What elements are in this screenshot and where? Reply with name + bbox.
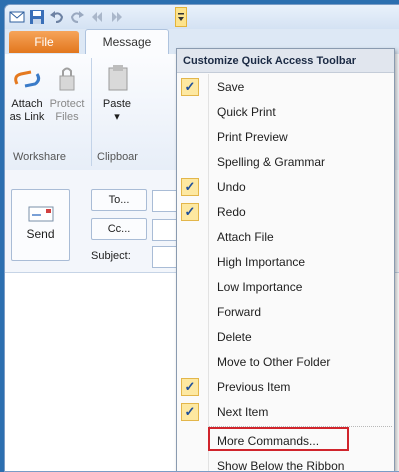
outlook-message-window: File Message Attach as Link Protect File… (4, 4, 399, 472)
menu-item-redo[interactable]: ✓ Redo (177, 200, 394, 224)
menu-item-label: Attach File (217, 230, 274, 244)
checkmark-icon: ✓ (181, 203, 199, 221)
cc-button[interactable]: Cc... (91, 218, 147, 240)
previous-item-icon[interactable] (89, 9, 105, 25)
menu-item-label: Delete (217, 330, 252, 344)
menu-item-attach-file[interactable]: Attach File (177, 225, 394, 249)
menu-item-label: Low Importance (217, 280, 303, 294)
menu-item-undo[interactable]: ✓ Undo (177, 175, 394, 199)
menu-item-next-item[interactable]: ✓ Next Item (177, 400, 394, 424)
menu-item-label: Quick Print (217, 105, 276, 119)
menu-item-quick-print[interactable]: Quick Print (177, 100, 394, 124)
menu-item-show-below-the-ribbon[interactable]: Show Below the Ribbon (177, 454, 394, 472)
paste-button[interactable]: Paste ▾ (97, 62, 137, 124)
group-divider (91, 58, 92, 166)
attach-line2: as Link (9, 111, 45, 123)
customize-qat-menu: Customize Quick Access Toolbar ✓ Save Quic… (176, 48, 395, 472)
outlook-app-icon[interactable] (9, 9, 25, 25)
menu-item-label: Print Preview (217, 130, 288, 144)
menu-item-label: Previous Item (217, 380, 291, 394)
send-button[interactable]: Send (11, 189, 70, 261)
menu-item-high-importance[interactable]: High Importance (177, 250, 394, 274)
tab-message[interactable]: Message (85, 29, 169, 54)
menu-item-print-preview[interactable]: Print Preview (177, 125, 394, 149)
tab-file[interactable]: File (9, 31, 79, 53)
menu-item-label: Show Below the Ribbon (217, 459, 345, 472)
menu-item-label: Undo (217, 180, 246, 194)
menu-item-forward[interactable]: Forward (177, 300, 394, 324)
save-icon[interactable] (29, 9, 45, 25)
send-envelope-icon (12, 204, 69, 227)
undo-icon[interactable] (49, 9, 65, 25)
checkmark-icon: ✓ (181, 178, 199, 196)
checkmark-icon: ✓ (181, 403, 199, 421)
menu-title: Customize Quick Access Toolbar (177, 49, 394, 73)
send-label: Send (26, 227, 55, 241)
menu-item-label: Spelling & Grammar (217, 155, 326, 169)
menu-item-move-to-other-folder[interactable]: Move to Other Folder (177, 350, 394, 374)
protect-line2: Files (55, 111, 79, 123)
next-item-icon[interactable] (109, 9, 125, 25)
menu-item-label: High Importance (217, 255, 306, 269)
clipboard-icon (101, 65, 133, 97)
highlight-box (208, 427, 349, 451)
group-label-workshare: Workshare (13, 151, 66, 163)
menu-item-delete[interactable]: Delete (177, 325, 394, 349)
lock-icon (51, 67, 83, 97)
menu-item-label: Move to Other Folder (217, 355, 331, 369)
attach-link-icon (11, 70, 43, 97)
menu-item-label: Next Item (217, 405, 269, 419)
menu-item-label: Save (217, 80, 245, 94)
menu-item-low-importance[interactable]: Low Importance (177, 275, 394, 299)
checkmark-icon: ✓ (181, 78, 199, 96)
attach-as-link-button[interactable]: Attach as Link (7, 62, 47, 124)
menu-item-previous-item[interactable]: ✓ Previous Item (177, 375, 394, 399)
group-label-clipboard: Clipboar (97, 151, 138, 163)
menu-item-save[interactable]: ✓ Save (177, 75, 394, 99)
checkmark-icon: ✓ (181, 378, 199, 396)
to-button[interactable]: To... (91, 189, 147, 211)
menu-item-spelling-grammar[interactable]: Spelling & Grammar (177, 150, 394, 174)
chevron-down-icon[interactable]: ▾ (97, 111, 137, 124)
menu-item-label: Forward (217, 305, 262, 319)
menu-item-label: Redo (217, 205, 246, 219)
protect-files-button[interactable]: Protect Files (47, 62, 87, 124)
paste-label: Paste (102, 98, 132, 110)
quick-access-toolbar (5, 5, 399, 30)
customize-dropdown-icon[interactable] (175, 7, 187, 27)
attach-line1: Attach (11, 98, 43, 110)
protect-line1: Protect (49, 98, 85, 110)
redo-icon[interactable] (69, 9, 85, 25)
subject-label: Subject: (91, 250, 131, 262)
